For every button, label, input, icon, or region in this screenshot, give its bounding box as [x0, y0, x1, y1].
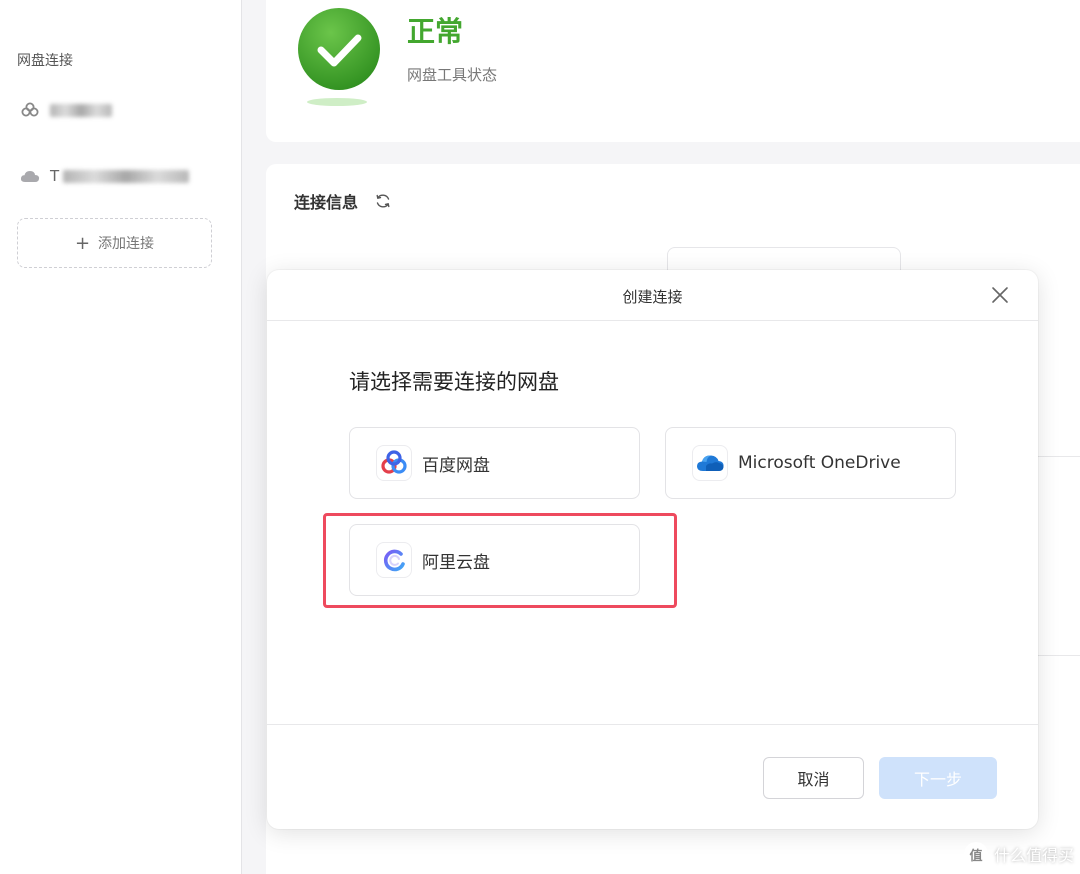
- sidebar-item-label-redacted: [63, 169, 190, 183]
- refresh-icon[interactable]: [374, 192, 392, 210]
- connection-info-title: 连接信息: [294, 189, 392, 213]
- watermark-text: 什么值得买: [993, 846, 1074, 865]
- option-label: 百度网盘: [422, 455, 490, 476]
- plus-icon: +: [74, 232, 91, 254]
- baidu-netdisk-logo-icon: [376, 445, 412, 481]
- dialog-prompt: 请选择需要连接的网盘: [349, 370, 559, 394]
- watermark: 值 什么值得买: [963, 842, 1074, 866]
- dialog-header: 创建连接: [267, 270, 1038, 321]
- add-connection-label: 添加连接: [98, 236, 155, 252]
- baidu-link-icon: [20, 100, 40, 120]
- next-button[interactable]: 下一步: [879, 757, 997, 799]
- connection-info-label: 连接信息: [294, 193, 359, 212]
- option-baidu-netdisk[interactable]: 百度网盘: [349, 427, 640, 499]
- option-label: 阿里云盘: [422, 552, 490, 573]
- watermark-logo-icon: 值: [963, 842, 988, 866]
- onedrive-logo-icon: [692, 445, 728, 481]
- sidebar-title: 网盘连接: [17, 53, 73, 69]
- aliyun-drive-logo-icon: [376, 542, 412, 578]
- status-ok-icon: [298, 8, 382, 108]
- cloud-icon: [20, 166, 40, 186]
- divider: [1036, 655, 1080, 656]
- sidebar-item-label-prefix: T: [50, 167, 60, 185]
- sidebar: 网盘连接 T + 添加连接: [0, 0, 242, 874]
- close-icon[interactable]: [990, 285, 1010, 305]
- sidebar-item-baidu-connection[interactable]: [20, 99, 112, 121]
- status-card: [266, 0, 1080, 142]
- dialog-footer-divider: [267, 724, 1038, 725]
- add-connection-button[interactable]: + 添加连接: [17, 218, 212, 268]
- divider: [1036, 456, 1080, 457]
- dialog-title: 创建连接: [622, 288, 683, 306]
- create-connection-dialog: 创建连接 请选择需要连接的网盘 百度网盘 Microsoft OneDrive: [267, 270, 1038, 829]
- sidebar-item-cloud-connection[interactable]: T: [20, 165, 190, 187]
- status-title: 正常: [407, 15, 464, 48]
- status-subtitle: 网盘工具状态: [407, 66, 498, 84]
- cancel-button[interactable]: 取消: [763, 757, 864, 799]
- option-aliyun-drive[interactable]: 阿里云盘: [349, 524, 640, 596]
- option-onedrive[interactable]: Microsoft OneDrive: [665, 427, 956, 499]
- sidebar-item-label-redacted: [50, 103, 112, 117]
- option-label: Microsoft OneDrive: [738, 453, 901, 473]
